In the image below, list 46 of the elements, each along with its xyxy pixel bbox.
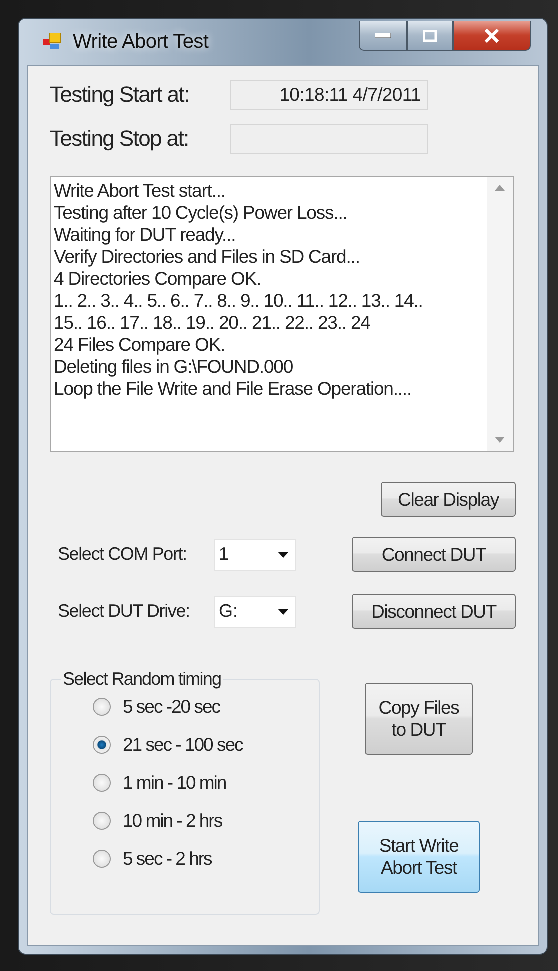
radio-icon[interactable]	[93, 736, 111, 754]
log-line: 1.. 2.. 3.. 4.. 5.. 6.. 7.. 8.. 9.. 10.. 11.. 12.. 13.. 14..	[54, 290, 424, 312]
dropdown[interactable]: 1	[214, 538, 296, 570]
minimize-icon	[375, 32, 391, 38]
radio-option[interactable]: 5 sec -20 sec	[93, 696, 319, 718]
radio-option[interactable]: 21 sec - 100 sec	[93, 734, 319, 756]
log-line: 15.. 16.. 17.. 18.. 19.. 20.. 21.. 22.. 23.. 24	[54, 312, 372, 334]
log-line: Deleting files in G:\FOUND.000	[54, 356, 294, 378]
start-time-label: Testing Start at:	[50, 82, 190, 108]
app-icon	[43, 33, 63, 51]
dut-drive-label: Select DUT Drive:	[58, 601, 191, 622]
minimize-button[interactable]	[359, 21, 407, 51]
close-icon	[484, 28, 500, 42]
dropdown[interactable]: G:	[214, 596, 296, 628]
maximize-icon	[423, 30, 437, 42]
caret-icon	[278, 608, 289, 614]
radio-icon[interactable]	[93, 698, 111, 716]
log-line: 24 Files Compare OK.	[54, 334, 226, 356]
radio-icon[interactable]	[93, 850, 111, 868]
radio-icon[interactable]	[93, 774, 111, 792]
start-time-field: 10:18:11 4/7/2011	[230, 80, 428, 110]
copy-button[interactable]: Copy Files to DUT	[365, 683, 473, 755]
scrollbar[interactable]	[487, 177, 513, 451]
window-title: Write Abort Test	[73, 30, 209, 54]
stop-time-label: Testing Stop at:	[50, 126, 190, 152]
radio-option[interactable]: 5 sec - 2 hrs	[93, 848, 319, 870]
log-line: 4 Directories Compare OK.	[54, 268, 262, 290]
disconnect-button[interactable]: Disconnect DUT	[352, 594, 516, 629]
log-line: Verify Directories and Files in SD Card...	[54, 246, 361, 268]
scroll-up-icon[interactable]	[495, 185, 505, 191]
clear-button[interactable]: Clear Display	[381, 482, 516, 517]
log-line: Waiting for DUT ready...	[54, 224, 237, 246]
radio-icon[interactable]	[93, 812, 111, 830]
maximize-button[interactable]	[407, 21, 453, 51]
group-title: Select Random timing	[62, 669, 222, 690]
scroll-down-icon[interactable]	[495, 437, 505, 443]
start-button[interactable]: Start Write Abort Test	[358, 821, 480, 893]
radio-option[interactable]: 10 min - 2 hrs	[93, 810, 319, 832]
log-line: Loop the File Write and File Erase Operation....	[54, 378, 412, 400]
radio-option[interactable]: 1 min - 10 min	[93, 772, 319, 794]
close-button[interactable]	[453, 21, 531, 51]
com-port-label: Select COM Port:	[58, 544, 188, 565]
log-line: Testing after 10 Cycle(s) Power Loss...	[54, 202, 348, 224]
caret-icon	[278, 552, 289, 558]
log-line: Write Abort Test start...	[54, 180, 226, 202]
connect-button[interactable]: Connect DUT	[352, 537, 516, 572]
